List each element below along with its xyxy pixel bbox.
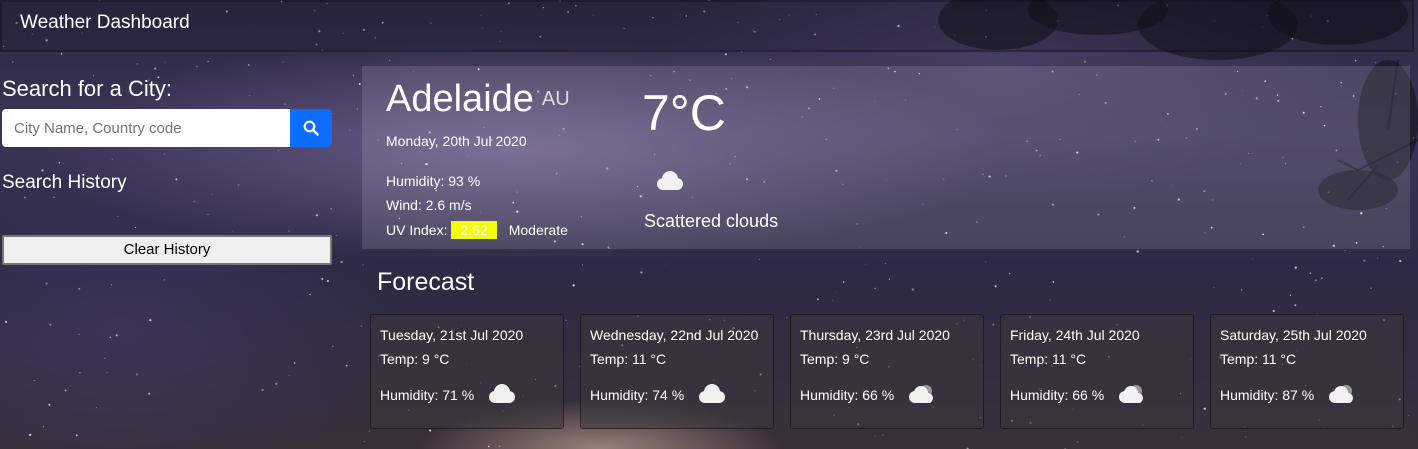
- forecast-humidity-row: Humidity: 87 %: [1220, 385, 1358, 405]
- forecast-humidity: Humidity: 66 %: [1010, 387, 1105, 403]
- uv-index-label: UV Index:: [386, 222, 448, 238]
- forecast-card: Thursday, 23rd Jul 2020 Temp: 9 °C Humid…: [790, 314, 984, 429]
- current-temperature: 7°C: [642, 85, 726, 141]
- current-wind: Wind: 2.6 m/s: [386, 197, 472, 213]
- forecast-humidity-row: Humidity: 71 %: [380, 384, 518, 405]
- forecast-temp: Temp: 11 °C: [1220, 351, 1297, 367]
- forecast-date: Saturday, 25th Jul 2020: [1220, 327, 1367, 343]
- search-history-heading: Search History: [2, 172, 127, 193]
- country-code: AU: [541, 88, 570, 110]
- forecast-date: Thursday, 23rd Jul 2020: [800, 327, 950, 343]
- current-date: Monday, 20th Jul 2020: [386, 133, 527, 149]
- app-header: Weather Dashboard: [0, 0, 1414, 52]
- city-search-input[interactable]: [2, 109, 290, 147]
- uv-index-row: UV Index: 2.62 Moderate: [386, 221, 568, 239]
- city-name: Adelaide: [386, 78, 534, 120]
- search-button[interactable]: [290, 109, 332, 147]
- forecast-humidity-row: Humidity: 66 %: [800, 385, 938, 405]
- forecast-date: Tuesday, 21st Jul 2020: [380, 327, 524, 343]
- forecast-card: Saturday, 25th Jul 2020 Temp: 11 °C Humi…: [1210, 314, 1404, 429]
- forecast-card: Tuesday, 21st Jul 2020 Temp: 9 °C Humidi…: [370, 314, 564, 429]
- forecast-humidity-row: Humidity: 66 %: [1010, 385, 1148, 405]
- clear-history-button[interactable]: Clear History: [2, 235, 332, 265]
- search-label: Search for a City:: [2, 76, 172, 101]
- forecast-humidity-row: Humidity: 74 %: [590, 384, 728, 405]
- forecast-temp: Temp: 11 °C: [590, 351, 667, 367]
- cloud-icon: [699, 384, 726, 404]
- forecast-temp: Temp: 11 °C: [1010, 351, 1087, 367]
- forecast-humidity: Humidity: 66 %: [800, 387, 895, 403]
- app-title: Weather Dashboard: [20, 12, 190, 33]
- uv-index-level: Moderate: [508, 222, 568, 238]
- cloud-icon: [909, 385, 934, 404]
- uv-index-badge: 2.62: [451, 221, 497, 239]
- cloud-icon: [489, 384, 516, 404]
- forecast-humidity: Humidity: 74 %: [590, 387, 685, 403]
- search-form: [2, 109, 332, 147]
- cloud-icon: [657, 171, 683, 190]
- forecast-humidity: Humidity: 71 %: [380, 387, 475, 403]
- forecast-temp: Temp: 9 °C: [380, 351, 450, 367]
- current-humidity: Humidity: 93 %: [386, 173, 481, 189]
- forecast-humidity: Humidity: 87 %: [1220, 387, 1315, 403]
- cloud-icon: [1329, 385, 1354, 404]
- city-heading: Adelaide AU: [386, 78, 570, 121]
- cloud-icon: [1119, 385, 1144, 404]
- forecast-temp: Temp: 9 °C: [800, 351, 870, 367]
- weather-condition: Scattered clouds: [644, 211, 779, 231]
- forecast-card: Wednesday, 22nd Jul 2020 Temp: 11 °C Hum…: [580, 314, 774, 429]
- forecast-date: Friday, 24th Jul 2020: [1010, 327, 1140, 343]
- forecast-date: Wednesday, 22nd Jul 2020: [590, 327, 759, 343]
- current-weather-panel: Adelaide AU Monday, 20th Jul 2020 Humidit…: [362, 66, 1410, 249]
- forecast-heading: Forecast: [377, 268, 475, 296]
- forecast-card: Friday, 24th Jul 2020 Temp: 11 °C Humidi…: [1000, 314, 1194, 429]
- search-icon: [303, 120, 319, 136]
